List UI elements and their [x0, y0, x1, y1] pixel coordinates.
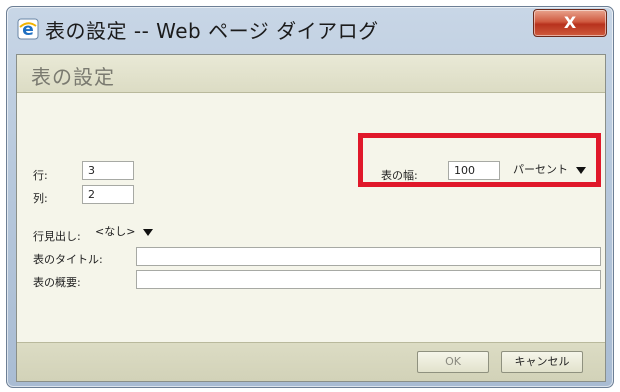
panel-header: 表の設定: [17, 55, 605, 93]
summary-input[interactable]: [136, 270, 601, 289]
rows-label: 行:: [33, 169, 48, 182]
internet-explorer-icon: e: [17, 18, 39, 40]
cancel-button[interactable]: キャンセル: [501, 351, 583, 373]
rows-input[interactable]: 3: [82, 161, 134, 180]
close-icon: X: [563, 13, 577, 32]
caption-label: 表のタイトル:: [33, 253, 103, 266]
highlight-box: [358, 133, 601, 187]
summary-label: 表の概要:: [33, 276, 81, 289]
chevron-down-icon: [143, 228, 154, 236]
header-rows-select[interactable]: <なし>: [95, 223, 175, 242]
columns-label: 列:: [33, 192, 48, 205]
window-title: 表の設定 -- Web ページ ダイアログ: [45, 19, 379, 43]
ok-button[interactable]: OK: [417, 351, 489, 373]
close-button[interactable]: X: [533, 9, 607, 37]
dialog-window: e 表の設定 -- Web ページ ダイアログ X 表の設定 行: 3 列: 2…: [6, 6, 614, 388]
dialog-body: 表の設定 行: 3 列: 2 表の幅: 100 パーセント 行見出し: <なし>…: [16, 54, 606, 382]
header-rows-label: 行見出し:: [33, 230, 81, 243]
panel-title: 表の設定: [31, 65, 115, 89]
dialog-footer: OK キャンセル: [17, 342, 605, 381]
header-rows-value: <なし>: [95, 225, 136, 238]
title-bar[interactable]: e 表の設定 -- Web ページ ダイアログ X: [7, 7, 613, 53]
caption-input[interactable]: [136, 247, 601, 266]
columns-input[interactable]: 2: [82, 185, 134, 204]
